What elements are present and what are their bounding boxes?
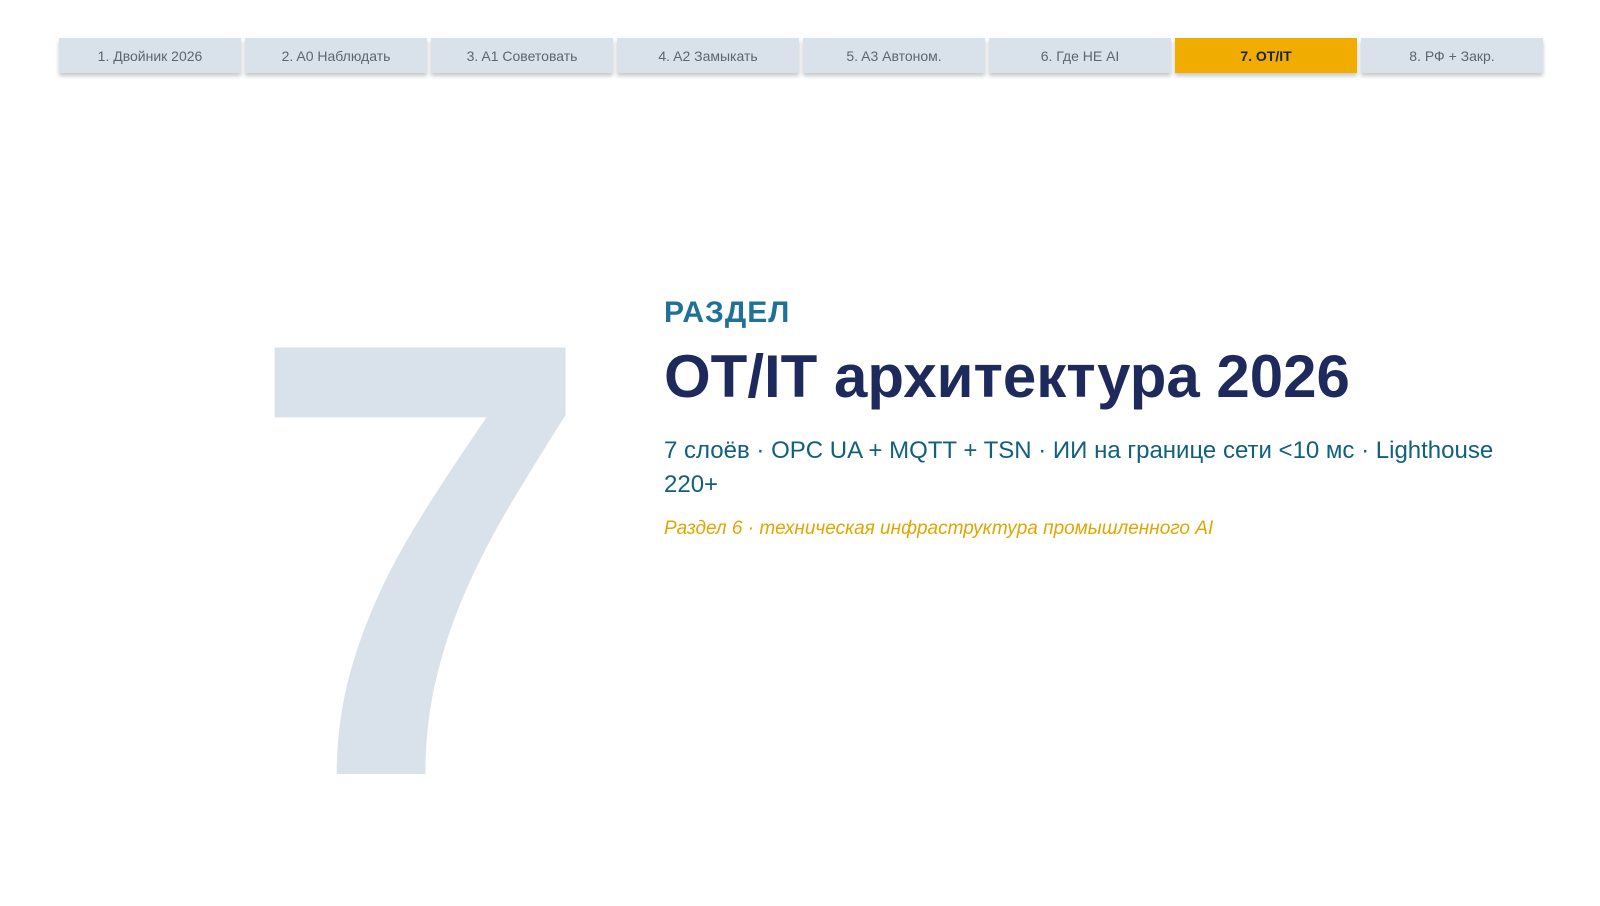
tab-a0-observe[interactable]: 2. A0 Наблюдать xyxy=(245,38,427,73)
tab-a2-close-loop[interactable]: 4. A2 Замыкать xyxy=(617,38,799,73)
tab-ot-it[interactable]: 7. OT/IT xyxy=(1175,38,1357,73)
tab-digital-twin[interactable]: 1. Двойник 2026 xyxy=(59,38,241,73)
tab-a1-advise[interactable]: 3. A1 Советовать xyxy=(431,38,613,73)
section-note: Раздел 6 · техническая инфраструктура пр… xyxy=(664,518,1214,539)
page-title: OT/IT архитектура 2026 xyxy=(664,343,1350,410)
section-subtitle: 7 слоёв · OPC UA + MQTT + TSN · ИИ на гр… xyxy=(664,437,1494,498)
tab-rf-closing[interactable]: 8. РФ + Закр. xyxy=(1361,38,1543,73)
section-nav: 1. Двойник 2026 2. A0 Наблюдать 3. A1 Со… xyxy=(59,38,1543,73)
tab-a3-autonomous[interactable]: 5. A3 Автоном. xyxy=(803,38,985,73)
section-kicker: РАЗДЕЛ xyxy=(664,296,791,329)
tab-where-not-ai[interactable]: 6. Где НЕ AI xyxy=(989,38,1171,73)
section-number: 7 xyxy=(248,214,593,906)
section-content: РАЗДЕЛ OT/IT архитектура 2026 7 слоёв · … xyxy=(664,296,1544,540)
